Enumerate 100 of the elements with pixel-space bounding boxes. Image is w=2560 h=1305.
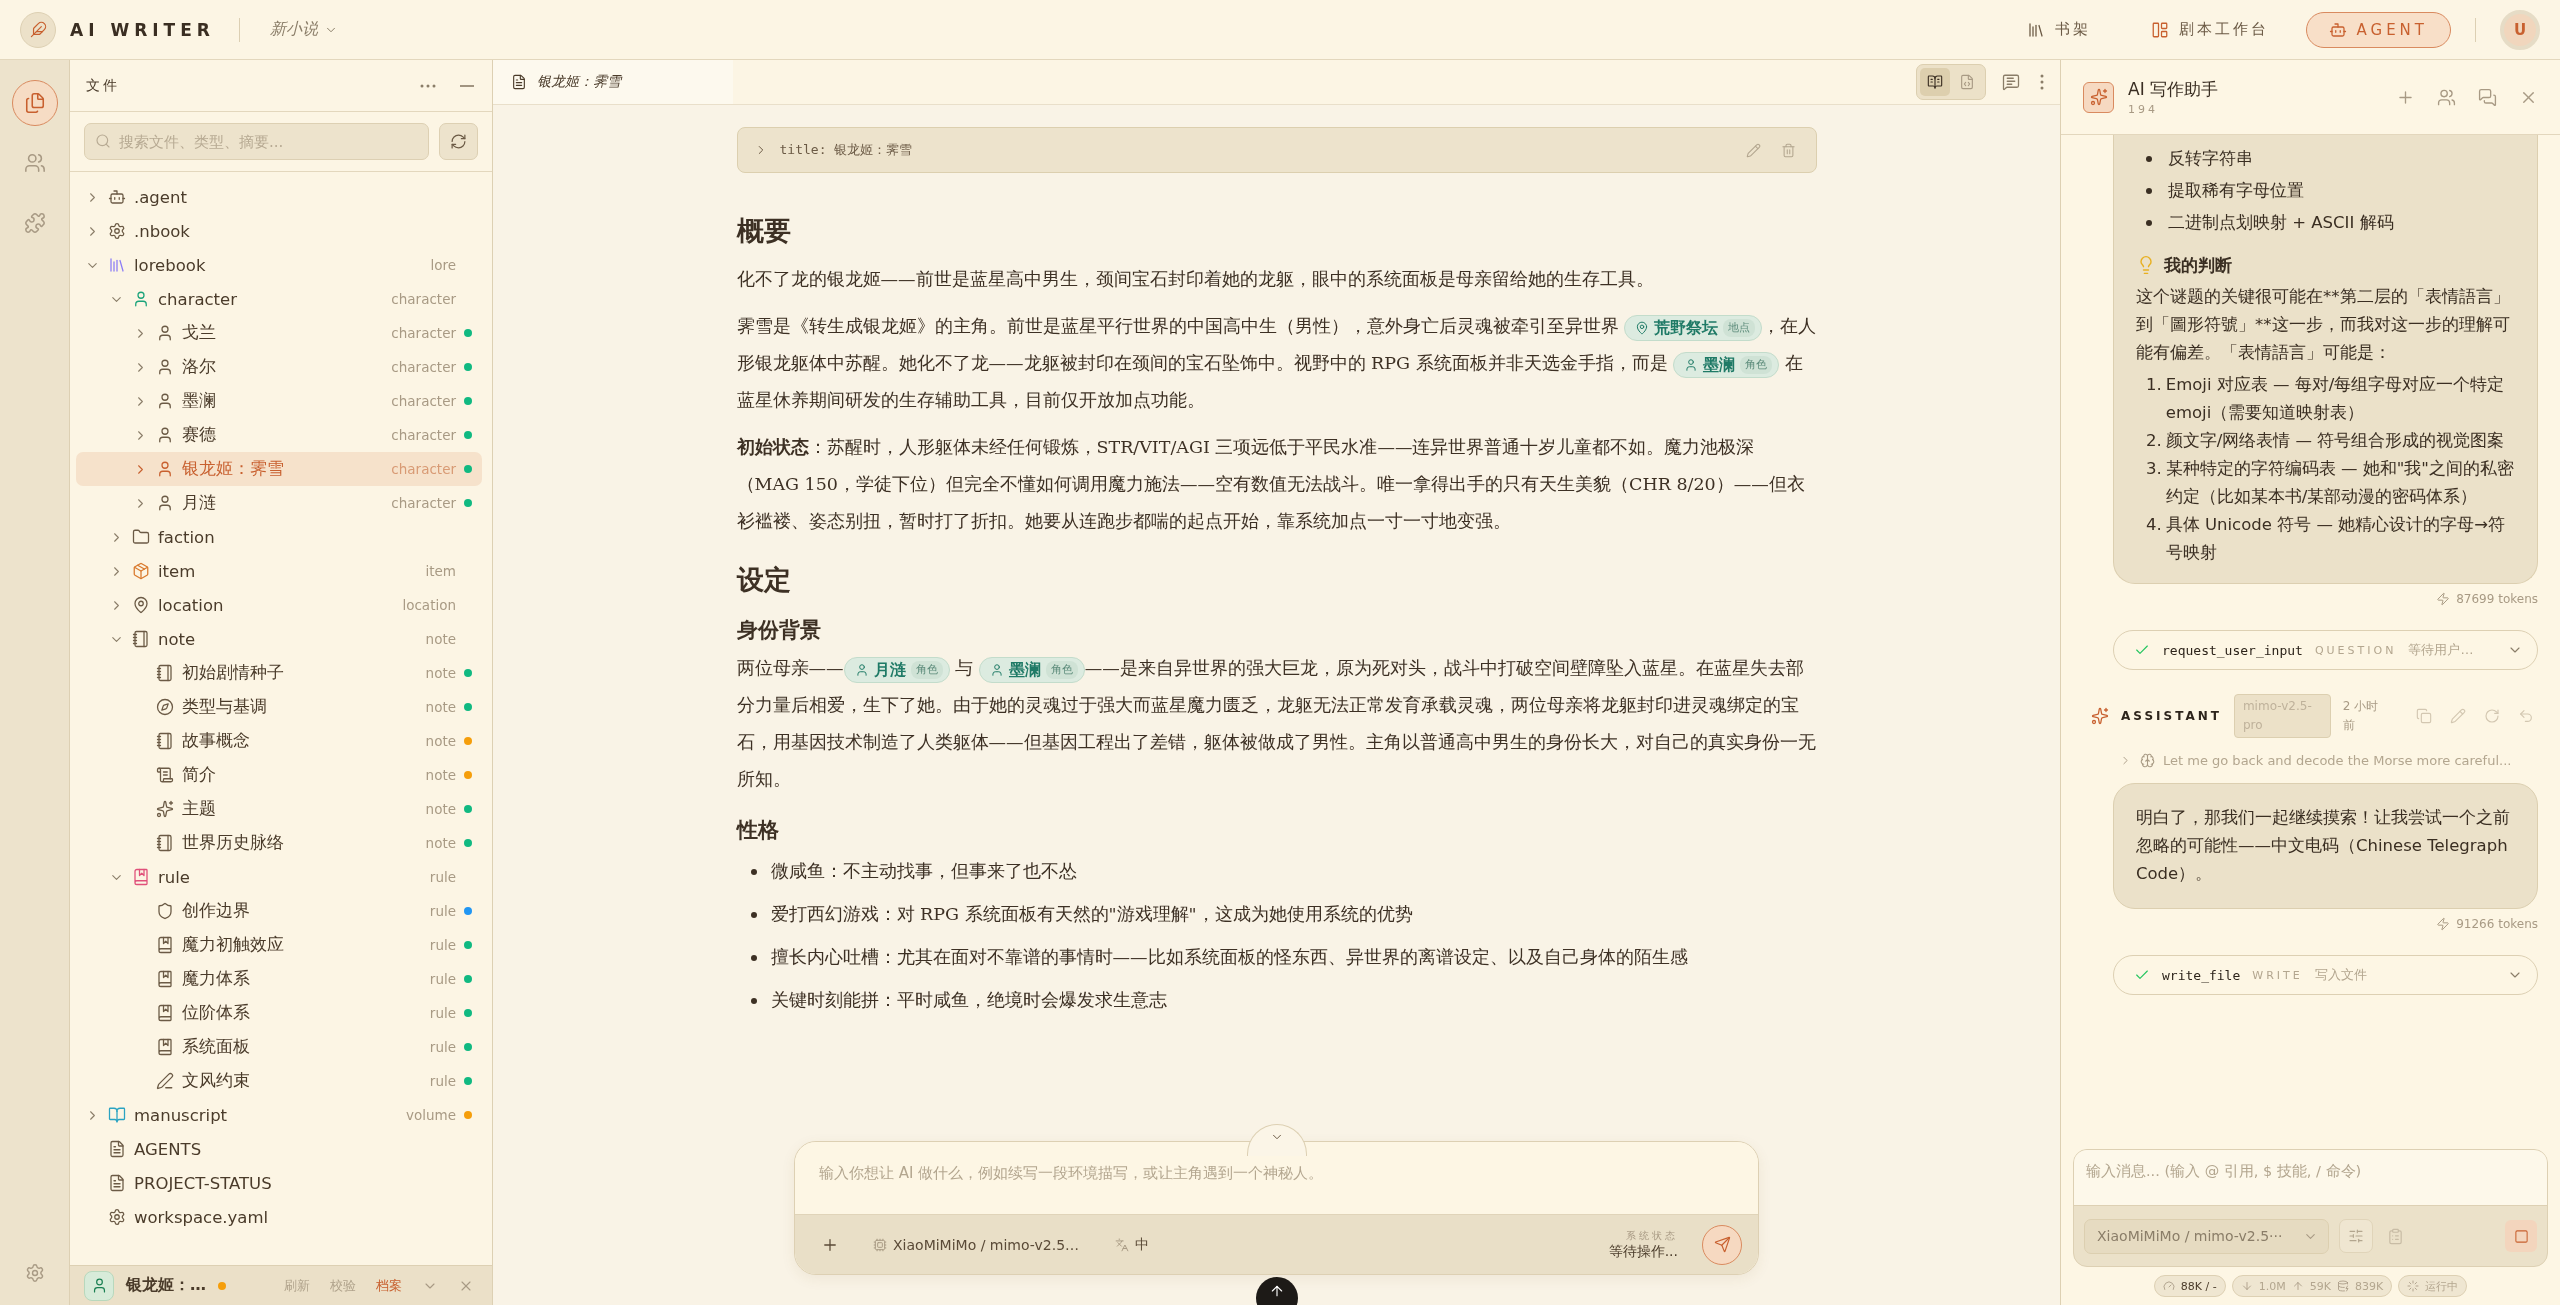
more-icon <box>2040 74 2044 90</box>
type-label: rule <box>429 869 456 885</box>
rail-button[interactable] <box>11 80 58 126</box>
tree-item[interactable]: 类型与基调 note <box>76 690 482 724</box>
tree-item[interactable]: 魔力初触效应 rule <box>76 928 482 962</box>
tree-item[interactable]: 戈兰 character <box>76 316 482 350</box>
tree-item[interactable]: 简介 note <box>76 758 482 792</box>
tree-item[interactable]: 位阶体系 rule <box>76 996 482 1030</box>
layout-icon <box>2150 20 2169 39</box>
file-name: 戈兰 <box>182 322 216 344</box>
gear-icon <box>108 1208 126 1226</box>
stop-button[interactable] <box>2505 1220 2537 1252</box>
file-name: .nbook <box>134 221 190 241</box>
settings-sliders-button[interactable] <box>2339 1219 2373 1253</box>
tree-item[interactable]: rule rule <box>76 860 482 894</box>
entity-tag: 角色 <box>1740 355 1773 374</box>
person-icon <box>156 324 174 342</box>
project-switcher[interactable]: 新小说 <box>263 18 344 41</box>
file-name: 银龙姬：霁雪 <box>182 458 284 480</box>
file-name: workspace.yaml <box>134 1207 269 1227</box>
list-item: 爱打西幻游戏：对 RPG 系统面板有天然的"游戏理解"，这成为她使用系统的优势 <box>770 903 1413 926</box>
view-mode-button[interactable] <box>1920 68 1950 96</box>
send-button[interactable] <box>1702 1224 1742 1265</box>
model-selector[interactable]: XiaoMiMiMo / mimo-v2.5… <box>867 1235 1086 1254</box>
tree-item[interactable]: .agent <box>76 180 482 214</box>
message-heading: 我的判断 <box>2164 254 2232 277</box>
gauge-icon <box>2162 1280 2175 1292</box>
tool-call-card[interactable]: write_file WRITE 写入文件 <box>2113 955 2538 995</box>
entity-link[interactable]: 墨澜 角色 <box>1673 351 1780 378</box>
nav-tab[interactable]: 剧本工作台 <box>2127 11 2292 48</box>
prompt-input[interactable]: 输入你想让 AI 做什么，例如续写一段环境描写，或让主角遇到一个神秘人。 <box>795 1142 1758 1214</box>
books-icon <box>108 256 126 274</box>
file-name: 洛尔 <box>182 356 216 378</box>
tree-item[interactable]: .nbook <box>76 214 482 248</box>
sparkles-icon <box>2089 88 2108 106</box>
paragraph: 初始状态：苏醒时，人形躯体未经任何锻炼，STR/VIT/AGI 三项远低于平民水准——连异世界普通十岁儿童都不如。魔力池极深（MAG 150，学徒下位）但完全不懂如何调用魔力施法——空有数值无法战斗。唯一拿得出手的只有天生美貌（CHR 8/20）——但衣衫褴褛、姿态别扭，暂时打了折扣。她要从连跑步都喘的起点开始，靠系统加点一寸一寸地变强。 <box>736 436 1806 533</box>
token-count: 91266 tokens <box>2456 917 2538 931</box>
file-name: note <box>158 629 196 649</box>
paragraph: 化不了龙的银龙姬——前世是蓝星高中男生，颈间宝石封印着她的龙躯，眼中的系统面板是母亲留给她的生存工具。 <box>736 268 1655 291</box>
notebook-icon <box>156 664 174 682</box>
comment-icon <box>2002 73 2020 91</box>
tree-item[interactable]: note note <box>76 622 482 656</box>
minus-icon <box>460 84 474 87</box>
file-name: manuscript <box>134 1105 228 1125</box>
paragraph: 两位母亲—— 月涟 角色 与 墨澜 角色 ——是来自异世界的强大巨龙，原为死对头，战斗中打破空间壁障坠入蓝星。在蓝星失去部分力量后相爱，生下了她。由于她的灵魂过于强大而蓝星魔力匮乏，龙躯无法正常发育承载灵魂，两位母亲将龙躯封印进灵魂绑定的宝石，用基因技术制造了人类躯体——但基因工程出了差错，躯体被做成了男性。主角以普通高中男生的身份长大，对自己的真实身份一无所知。 <box>736 655 1817 791</box>
person-icon <box>989 662 1004 677</box>
tree-item[interactable]: lorebook lore <box>76 248 482 282</box>
nav-tab[interactable]: 书架 <box>2003 11 2114 48</box>
tree-item[interactable]: character character <box>76 282 482 316</box>
stop-icon <box>2513 1228 2529 1244</box>
robot-icon <box>108 188 126 206</box>
tree-item[interactable]: item item <box>76 554 482 588</box>
tree-item[interactable]: 月涟 character <box>76 486 482 520</box>
refresh-button[interactable] <box>439 123 478 160</box>
language-selector[interactable]: 中 <box>1109 1234 1156 1255</box>
tree-item[interactable]: AGENTS <box>76 1132 482 1166</box>
map-pin-icon <box>132 596 150 614</box>
person-icon <box>156 494 174 512</box>
bullet-dot <box>2146 188 2152 194</box>
file-name: rule <box>158 867 190 887</box>
bullet-dot <box>750 997 757 1004</box>
status-label: 系统状态 <box>1626 1228 1678 1243</box>
sliders-icon <box>2348 1228 2364 1244</box>
type-label: note <box>425 801 456 817</box>
type-label: character <box>391 291 456 307</box>
tree-item[interactable]: 初始剧情种子 note <box>76 656 482 690</box>
frontmatter-bar[interactable]: title: 银龙姬：霁雪 <box>736 127 1817 173</box>
bullet-dot <box>2146 156 2152 162</box>
tree-item[interactable]: 文风约束 rule <box>76 1064 482 1098</box>
scroll-icon <box>156 766 174 784</box>
entity-tag: 地点 <box>1723 318 1756 337</box>
tree-item[interactable]: 墨澜 character <box>76 384 482 418</box>
entity-link[interactable]: 月涟 角色 <box>843 656 950 683</box>
entity-link[interactable]: 墨澜 角色 <box>978 656 1085 683</box>
tree-item[interactable]: faction <box>76 520 482 554</box>
bookmark-book-icon <box>156 1004 174 1022</box>
tree-item[interactable]: manuscript volume <box>76 1098 482 1132</box>
tree-item[interactable]: location location <box>76 588 482 622</box>
message-time: 2 小时前 <box>2342 698 2380 734</box>
tree-item[interactable]: workspace.yaml <box>76 1200 482 1234</box>
entity-link[interactable]: 荒野祭坛 地点 <box>1624 314 1763 341</box>
tree-item[interactable]: PROJECT-STATUS <box>76 1166 482 1200</box>
tool-call-card[interactable]: request_user_input QUESTION 等待用户… <box>2113 630 2538 670</box>
context-usage: 88K / - <box>2180 1279 2217 1293</box>
message-input[interactable]: 输入消息... (输入 @ 引用, $ 技能, / 命令) <box>2074 1150 2547 1206</box>
file-name: 初始剧情种子 <box>182 662 284 684</box>
message-role: ASSISTANT <box>2121 709 2222 723</box>
tree-item[interactable]: 赛德 character <box>76 418 482 452</box>
tool-type: QUESTION <box>2314 643 2397 657</box>
tree-item[interactable]: 主题 note <box>76 792 482 826</box>
bullet-dot <box>750 911 757 918</box>
tree-item[interactable]: 系统面板 rule <box>76 1030 482 1064</box>
tree-item[interactable]: 故事概念 note <box>76 724 482 758</box>
tree-item[interactable]: 洛尔 character <box>76 350 482 384</box>
prompt-box[interactable]: 输入你想让 AI 做什么，例如续写一段环境描写，或让主角遇到一个神秘人。 XiaoMiMiMo / mimo-v2.5… 中 系统状态 等待操作... <box>794 1141 1759 1275</box>
tree-item[interactable]: 创作边界 rule <box>76 894 482 928</box>
tree-item[interactable]: 魔力体系 rule <box>76 962 482 996</box>
editor-tab[interactable]: 银龙姬：霁雪 <box>493 60 733 104</box>
tree-item[interactable]: 世界历史脉络 note <box>76 826 482 860</box>
chat-icon <box>2478 87 2497 107</box>
